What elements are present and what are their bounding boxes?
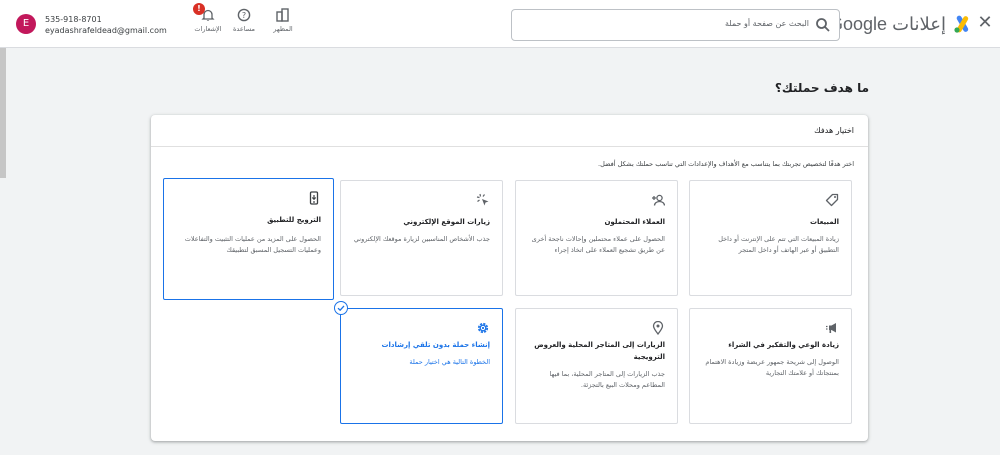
svg-text:?: ? bbox=[242, 11, 246, 20]
appearance-icon bbox=[276, 8, 289, 22]
search-placeholder: البحث عن صفحة أو حملة bbox=[724, 19, 809, 28]
help-icon: ? bbox=[237, 8, 251, 22]
card-header: اختيار هدفك bbox=[151, 115, 868, 147]
goal-local-store-visits[interactable]: الزيارات إلى المتاجر المحلية والعروض الت… bbox=[515, 308, 678, 424]
goal-title: الترويج للتطبيق bbox=[267, 216, 321, 224]
card-title: اختيار هدفك bbox=[814, 126, 854, 135]
brand-title[interactable]: إعلانات Google bbox=[829, 14, 946, 35]
goal-website-traffic[interactable]: زيارات الموقع الإلكتروني جذب الأشخاص الم… bbox=[340, 180, 503, 296]
phone-app-icon bbox=[309, 191, 319, 205]
instruction-text: اختر هدفًا لتخصيص تجربتك بما يتناسب مع ا… bbox=[598, 160, 854, 168]
check-circle-icon bbox=[334, 301, 348, 315]
top-bar: ✕ إعلانات Google البحث عن صفحة أو حملة ا… bbox=[0, 0, 1000, 48]
goal-description: الحصول على المزيد من عمليات التثبيت والت… bbox=[184, 235, 321, 254]
close-icon[interactable]: ✕ bbox=[976, 14, 994, 32]
appearance-button[interactable]: المظهر bbox=[263, 8, 303, 33]
account-email: eyadashrafeldead@gmail.com bbox=[45, 26, 167, 35]
goal-no-guidance[interactable]: إنشاء حملة بدون تلقي إرشادات الخطوة التا… bbox=[340, 308, 503, 424]
location-pin-icon bbox=[652, 321, 664, 335]
help-label: مساعدة bbox=[233, 25, 255, 33]
goal-description: جذب الأشخاص المناسبين لزيارة موقعك الإلك… bbox=[353, 235, 490, 243]
google-ads-logo-icon[interactable] bbox=[952, 14, 972, 34]
goal-title: العملاء المحتملون bbox=[604, 218, 665, 226]
goal-title: زيارات الموقع الإلكتروني bbox=[403, 218, 490, 226]
tag-icon bbox=[825, 193, 839, 207]
brand-ads-text: إعلانات bbox=[892, 14, 946, 34]
scrollbar[interactable] bbox=[0, 48, 6, 178]
avatar[interactable]: E bbox=[16, 14, 36, 34]
person-add-icon bbox=[652, 194, 665, 206]
page-title: ما هدف حملتك؟ bbox=[774, 81, 869, 95]
notifications-label: الإشعارات bbox=[194, 25, 222, 33]
notifications-button[interactable]: ! الإشعارات bbox=[188, 3, 228, 33]
goal-description: جذب الزيارات إلى المتاجر المحلية، بما في… bbox=[549, 370, 666, 389]
goal-description: زيادة المبيعات التي تتم على الإنترنت أو … bbox=[718, 235, 839, 254]
notification-badge: ! bbox=[193, 3, 205, 15]
goal-description: الحصول على عملاء محتملين وإحالات ناجحة أ… bbox=[531, 235, 665, 254]
goal-title: زيادة الوعي والتفكير في الشراء bbox=[728, 341, 839, 349]
goal-title: الزيارات إلى المتاجر المحلية والعروض الت… bbox=[534, 341, 665, 361]
account-phone: 535-918-8701 bbox=[45, 15, 102, 24]
gear-icon bbox=[477, 322, 489, 334]
goal-awareness[interactable]: زيادة الوعي والتفكير في الشراء الوصول إل… bbox=[689, 308, 852, 424]
goal-description: الوصول إلى شريحة جمهور عريضة وزيادة الاه… bbox=[705, 358, 839, 377]
search-input[interactable]: البحث عن صفحة أو حملة bbox=[511, 9, 840, 41]
goal-title: المبيعات bbox=[809, 218, 839, 226]
goal-leads[interactable]: العملاء المحتملون الحصول على عملاء محتمل… bbox=[515, 180, 678, 296]
goal-selection-card: اختيار هدفك اختر هدفًا لتخصيص تجربتك بما… bbox=[151, 115, 868, 441]
search-icon bbox=[816, 18, 830, 32]
help-button[interactable]: ? مساعدة bbox=[224, 8, 264, 33]
cursor-click-icon bbox=[476, 193, 489, 206]
appearance-label: المظهر bbox=[273, 25, 293, 33]
goal-description: الخطوة التالية هي اختيار حملة bbox=[409, 358, 490, 366]
goal-sales[interactable]: المبيعات زيادة المبيعات التي تتم على الإ… bbox=[689, 180, 852, 296]
goal-title: إنشاء حملة بدون تلقي إرشادات bbox=[381, 341, 490, 349]
account-info[interactable]: 535-918-8701 eyadashrafeldead@gmail.com bbox=[45, 14, 167, 36]
goal-app-promotion[interactable]: الترويج للتطبيق الحصول على المزيد من عمل… bbox=[163, 178, 334, 300]
megaphone-icon bbox=[826, 323, 836, 333]
